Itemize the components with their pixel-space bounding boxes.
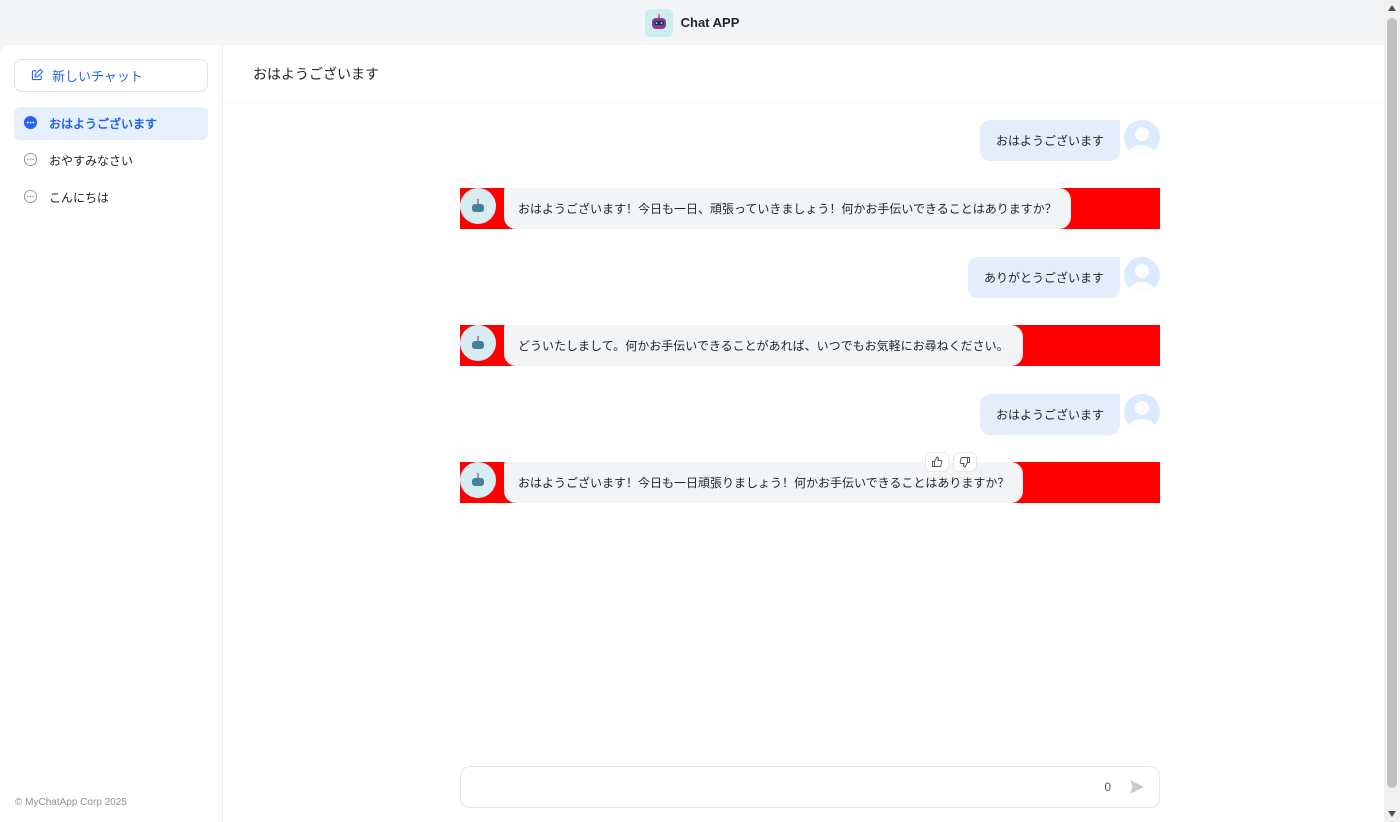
bot-avatar-icon	[460, 462, 496, 498]
char-count: 0	[1104, 780, 1111, 794]
user-message: おはようございます	[460, 394, 1160, 435]
chat-bubble-icon	[23, 152, 38, 170]
conversation-item[interactable]: こんにちは	[14, 181, 208, 214]
message-input[interactable]	[473, 779, 1105, 795]
edit-icon	[31, 68, 44, 84]
user-message: ありがとうございます	[460, 257, 1160, 298]
app-title-bar: Chat APP	[0, 0, 1384, 45]
thumbs-down-icon[interactable]	[953, 452, 977, 472]
chat-main: おはようございます おはようございます おはようございます！今日も一日、頑張って…	[223, 45, 1384, 822]
conversation-label: おはようございます	[49, 117, 158, 131]
scroll-up-arrow-icon[interactable]	[1388, 5, 1396, 11]
feedback-buttons	[925, 452, 977, 472]
sidebar: 新しいチャット おはようございます おやすみなさい こんにちは © MyChat…	[0, 45, 223, 822]
assistant-message: どういたしまして。何かお手伝いできることがあれば、いつでもお気軽にお尋ねください…	[460, 325, 1160, 366]
conversation-list: おはようございます おやすみなさい こんにちは	[14, 107, 208, 214]
bot-avatar-icon	[460, 188, 496, 224]
copyright-footer: © MyChatApp Corp 2025	[15, 797, 127, 808]
chat-bubble-icon	[23, 115, 38, 133]
thumbs-up-icon[interactable]	[925, 452, 949, 472]
user-avatar-icon	[1124, 394, 1160, 430]
user-bubble: おはようございます	[979, 120, 1120, 161]
send-button[interactable]	[1127, 777, 1147, 797]
message-list: おはようございます おはようございます！今日も一日、頑張っていきましょう！何かお…	[460, 120, 1160, 531]
robot-icon	[644, 8, 673, 37]
bot-avatar-icon	[460, 325, 496, 361]
conversation-label: こんにちは	[49, 191, 110, 205]
user-avatar-icon	[1124, 257, 1160, 293]
user-bubble: おはようございます	[979, 394, 1120, 435]
assistant-bubble: どういたしまして。何かお手伝いできることがあれば、いつでもお気軽にお尋ねください…	[504, 325, 1023, 366]
send-icon	[1130, 780, 1144, 794]
chat-title: おはようございます	[223, 45, 1384, 103]
new-chat-label: 新しいチャット	[52, 69, 143, 84]
conversation-item[interactable]: おやすみなさい	[14, 144, 208, 177]
page-scrollbar[interactable]	[1384, 0, 1400, 822]
new-chat-button[interactable]: 新しいチャット	[14, 59, 208, 92]
assistant-message: おはようございます！今日も一日、頑張っていきましょう！何かお手伝いできることはあ…	[460, 188, 1160, 229]
chat-bubble-icon	[23, 189, 38, 207]
assistant-message: おはようございます！今日も一日頑張りましょう！何かお手伝いできることはありますか…	[460, 452, 1160, 503]
assistant-bubble: おはようございます！今日も一日、頑張っていきましょう！何かお手伝いできることはあ…	[504, 188, 1071, 229]
user-avatar-icon	[1124, 120, 1160, 156]
scroll-thumb[interactable]	[1387, 18, 1397, 788]
conversation-item[interactable]: おはようございます	[14, 107, 208, 140]
user-message: おはようございます	[460, 120, 1160, 161]
app-title: Chat APP	[680, 15, 740, 30]
user-bubble: ありがとうございます	[967, 257, 1120, 298]
app-frame: 新しいチャット おはようございます おやすみなさい こんにちは © MyChat…	[0, 45, 1384, 822]
scroll-down-arrow-icon[interactable]	[1388, 811, 1396, 817]
conversation-label: おやすみなさい	[49, 154, 134, 168]
message-composer: 0	[460, 766, 1160, 808]
